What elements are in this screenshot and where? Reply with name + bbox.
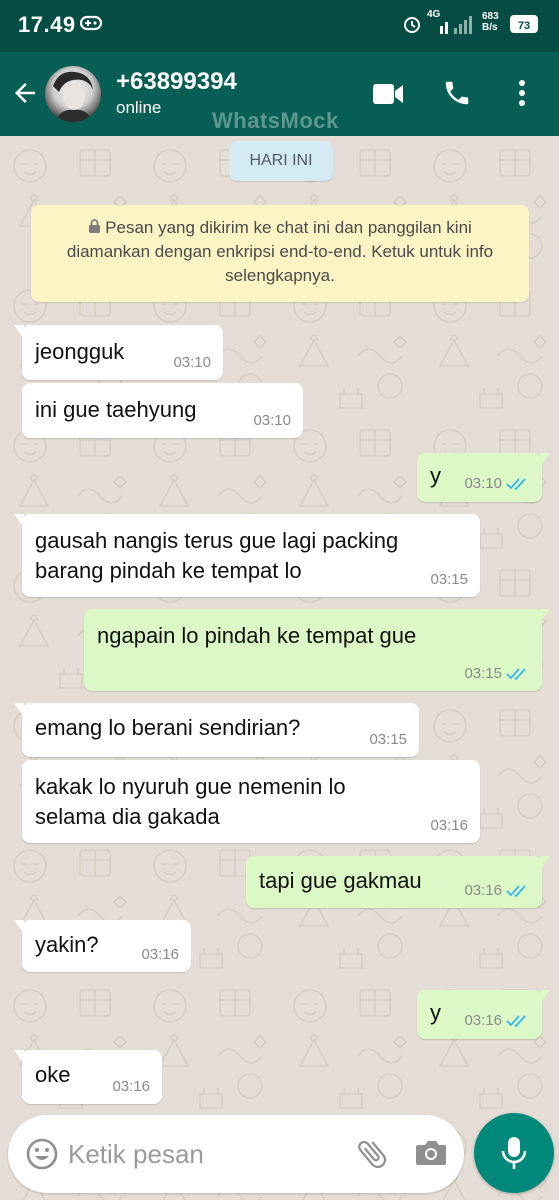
phone-icon[interactable] — [442, 78, 472, 108]
message-incoming[interactable]: kakak lo nyuruh gue nemenin lo selama di… — [22, 760, 480, 843]
message-incoming[interactable]: yakin? 03:16 — [14, 920, 191, 972]
message-time: 03:16 — [430, 817, 468, 834]
lock-icon — [89, 219, 101, 233]
message-text: emang lo berani sendirian? — [35, 715, 301, 740]
message-meta: 03:15 — [369, 731, 407, 749]
message-incoming[interactable]: emang lo berani sendirian? 03:15 — [14, 703, 419, 757]
message-incoming[interactable]: gausah nangis terus gue lagi packing bar… — [14, 514, 480, 597]
message-meta: 03:16 — [141, 946, 179, 964]
message-time: 03:10 — [464, 475, 502, 492]
message-time: 03:15 — [430, 571, 468, 588]
message-time: 03:15 — [464, 665, 502, 682]
double-check-icon — [506, 1015, 526, 1028]
message-time: 03:10 — [253, 412, 291, 429]
speed-unit: B/s — [482, 22, 498, 33]
message-outgoing[interactable]: y 03:16 — [417, 990, 550, 1039]
message-incoming[interactable]: jeongguk 03:10 — [14, 325, 223, 380]
bubble-tail — [14, 325, 24, 339]
contact-name[interactable]: +63899394 — [116, 68, 237, 96]
bubble-tail — [540, 856, 550, 870]
message-text: y — [430, 1000, 441, 1025]
bubble-tail — [14, 703, 24, 717]
bubble-tail — [14, 920, 24, 934]
message-text: ini gue taehyung — [35, 397, 197, 422]
message-meta: 03:10 — [253, 412, 291, 430]
back-arrow-icon[interactable] — [10, 78, 40, 108]
battery-indicator: 73 — [510, 15, 538, 33]
message-incoming[interactable]: oke 03:16 — [14, 1050, 162, 1104]
message-meta: 03:16 — [464, 882, 530, 900]
attach-icon[interactable] — [354, 1135, 390, 1173]
message-meta: 03:15 — [464, 665, 530, 683]
double-check-icon — [506, 668, 526, 681]
message-incoming[interactable]: ini gue taehyung 03:10 — [22, 383, 303, 438]
network-speed: 683 B/s — [482, 11, 499, 33]
more-vert-icon[interactable] — [515, 78, 529, 108]
contact-avatar[interactable] — [45, 66, 101, 122]
message-text: y — [430, 463, 441, 488]
message-composer — [8, 1115, 464, 1193]
double-check-icon — [506, 885, 526, 898]
encryption-notice-text: Pesan yang dikirim ke chat ini dan pangg… — [66, 218, 494, 285]
message-outgoing[interactable]: y 03:10 — [417, 453, 550, 502]
watermark: WhatsMock — [212, 108, 339, 133]
message-meta: 03:15 — [430, 571, 468, 589]
message-time: 03:16 — [464, 882, 502, 899]
message-text: yakin? — [35, 932, 99, 957]
status-bar: 17.49 4G 683 B/s 73 — [0, 0, 559, 52]
speed-value: 683 — [482, 11, 499, 22]
bubble-tail — [14, 514, 24, 528]
message-time: 03:16 — [464, 1012, 502, 1029]
message-time: 03:16 — [141, 946, 179, 963]
message-text: kakak lo nyuruh gue nemenin lo selama di… — [35, 774, 346, 829]
contact-status: online — [116, 98, 162, 117]
alarm-icon — [404, 17, 420, 33]
signal-bars-icon — [440, 16, 472, 34]
message-text: oke — [35, 1062, 71, 1087]
status-time: 17.49 — [18, 12, 76, 37]
message-meta: 03:16 — [112, 1078, 150, 1096]
bubble-tail — [540, 453, 550, 467]
camera-icon[interactable] — [414, 1137, 448, 1169]
mic-icon — [501, 1137, 527, 1169]
message-time: 03:10 — [173, 354, 211, 371]
message-time: 03:15 — [369, 731, 407, 748]
message-text: jeongguk — [35, 339, 125, 364]
message-time: 03:16 — [112, 1078, 150, 1095]
message-outgoing[interactable]: ngapain lo pindah ke tempat gue 03:15 — [84, 609, 550, 691]
message-outgoing[interactable]: tapi gue gakmau 03:16 — [246, 856, 550, 908]
bubble-tail — [540, 609, 550, 623]
video-call-icon[interactable] — [372, 82, 404, 106]
bubble-tail — [14, 1050, 24, 1064]
bubble-tail — [540, 990, 550, 1004]
mic-button[interactable] — [474, 1113, 554, 1193]
gamepad-icon — [80, 15, 102, 31]
avatar-portrait-icon — [53, 71, 93, 122]
message-text: ngapain lo pindah ke tempat gue — [97, 623, 417, 648]
emoji-icon[interactable] — [25, 1137, 59, 1171]
message-meta: 03:10 — [464, 475, 530, 493]
date-chip: HARI INI — [229, 141, 333, 181]
network-type: 4G — [427, 9, 441, 20]
message-meta: 03:16 — [430, 817, 468, 835]
message-text: tapi gue gakmau — [259, 868, 422, 893]
message-text: gausah nangis terus gue lagi packing bar… — [35, 528, 399, 583]
message-meta: 03:16 — [464, 1012, 530, 1030]
message-input[interactable] — [68, 1137, 338, 1171]
message-meta: 03:10 — [173, 354, 211, 372]
encryption-notice[interactable]: Pesan yang dikirim ke chat ini dan pangg… — [31, 205, 529, 302]
double-check-icon — [506, 478, 526, 491]
